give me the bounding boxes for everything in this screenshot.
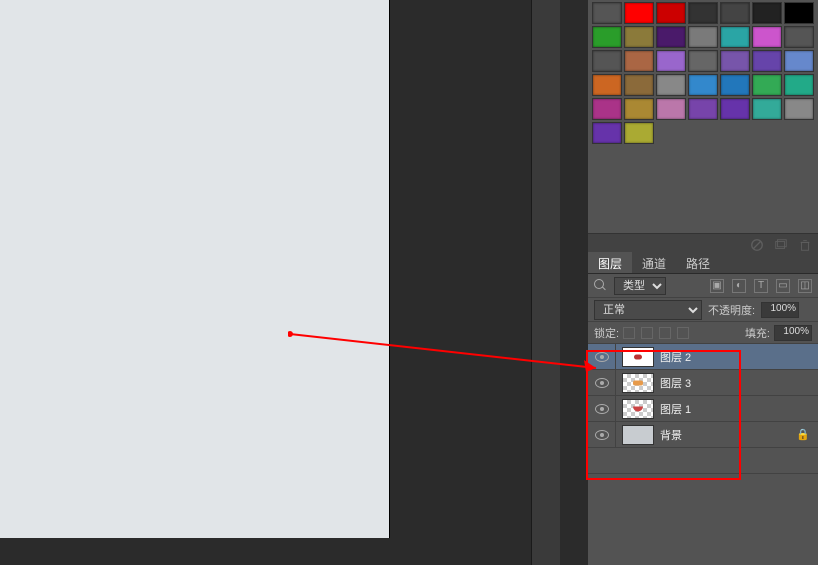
eye-icon xyxy=(595,378,609,388)
layer-thumbnail[interactable] xyxy=(622,399,654,419)
lock-position-icon[interactable] xyxy=(641,327,653,339)
eye-icon xyxy=(595,430,609,440)
visibility-toggle[interactable] xyxy=(588,370,616,395)
layer-thumbnail[interactable] xyxy=(622,373,654,393)
style-swatch[interactable] xyxy=(784,2,814,24)
panel-tabs: 图层 通道 路径 xyxy=(588,252,818,274)
filter-shape-icon[interactable]: ▭ xyxy=(776,279,790,293)
style-swatch[interactable] xyxy=(656,50,686,72)
style-swatch[interactable] xyxy=(752,98,782,120)
eye-icon xyxy=(595,404,609,414)
tab-channels[interactable]: 通道 xyxy=(632,252,676,273)
clear-icon[interactable] xyxy=(750,238,764,252)
style-swatch[interactable] xyxy=(656,26,686,48)
style-swatch[interactable] xyxy=(784,26,814,48)
style-swatch[interactable] xyxy=(624,98,654,120)
eye-icon xyxy=(595,352,609,362)
layer-filter-row: 类型 ▣ ◐ T ▭ ◫ xyxy=(588,274,818,298)
style-swatch[interactable] xyxy=(752,26,782,48)
layer-list: 图层 2 图层 3 图层 1 背景 🔒 xyxy=(588,344,818,474)
new-icon[interactable] xyxy=(774,238,788,252)
opacity-value[interactable]: 100% xyxy=(761,302,799,318)
opacity-label: 不透明度: xyxy=(708,302,755,318)
style-swatch[interactable] xyxy=(624,74,654,96)
lock-all-icon[interactable] xyxy=(659,327,671,339)
layers-panel: 图层 通道 路径 类型 ▣ ◐ T ▭ ◫ 正常 不透明度: 100% 锁定: xyxy=(588,252,818,565)
tab-layers[interactable]: 图层 xyxy=(588,252,632,273)
filter-kind-select[interactable]: 类型 xyxy=(614,277,666,295)
trash-icon[interactable] xyxy=(798,238,812,252)
style-swatch[interactable] xyxy=(752,74,782,96)
style-swatch[interactable] xyxy=(624,2,654,24)
styles-panel xyxy=(588,0,818,210)
layer-row[interactable]: 背景 🔒 xyxy=(588,422,818,448)
blend-mode-select[interactable]: 正常 xyxy=(594,300,702,320)
style-swatch[interactable] xyxy=(784,50,814,72)
filter-image-icon[interactable]: ▣ xyxy=(710,279,724,293)
lock-pixels-icon[interactable] xyxy=(623,327,635,339)
canvas-document[interactable] xyxy=(0,0,390,538)
layer-name[interactable]: 背景 xyxy=(660,427,682,443)
style-swatch[interactable] xyxy=(592,26,622,48)
layer-empty-row xyxy=(588,448,818,474)
filter-smart-icon[interactable]: ◫ xyxy=(798,279,812,293)
style-swatch[interactable] xyxy=(688,50,718,72)
fill-value[interactable]: 100% xyxy=(774,325,812,341)
style-swatch[interactable] xyxy=(592,98,622,120)
layer-row[interactable]: 图层 2 xyxy=(588,344,818,370)
filter-adjust-icon[interactable]: ◐ xyxy=(732,279,746,293)
layer-thumbnail[interactable] xyxy=(622,425,654,445)
lock-row: 锁定: 填充: 100% xyxy=(588,322,818,344)
style-swatch[interactable] xyxy=(688,74,718,96)
style-swatch[interactable] xyxy=(720,50,750,72)
fill-label: 填充: xyxy=(745,325,770,341)
layer-name[interactable]: 图层 1 xyxy=(660,401,691,417)
style-swatch[interactable] xyxy=(624,26,654,48)
style-swatch[interactable] xyxy=(720,74,750,96)
tab-paths[interactable]: 路径 xyxy=(676,252,720,273)
filter-type-icon[interactable]: T xyxy=(754,279,768,293)
layer-name[interactable]: 图层 3 xyxy=(660,375,691,391)
style-swatch[interactable] xyxy=(688,2,718,24)
layer-name[interactable]: 图层 2 xyxy=(660,349,691,365)
layer-row[interactable]: 图层 1 xyxy=(588,396,818,422)
style-swatch[interactable] xyxy=(656,2,686,24)
visibility-toggle[interactable] xyxy=(588,422,616,447)
style-swatch[interactable] xyxy=(752,2,782,24)
right-panel: 图层 通道 路径 类型 ▣ ◐ T ▭ ◫ 正常 不透明度: 100% 锁定: xyxy=(588,0,818,565)
style-swatch[interactable] xyxy=(720,26,750,48)
search-icon xyxy=(594,279,608,293)
style-swatch[interactable] xyxy=(688,26,718,48)
style-swatch[interactable] xyxy=(592,74,622,96)
lock-icon: 🔒 xyxy=(796,428,810,441)
style-swatch[interactable] xyxy=(592,122,622,144)
lock-label: 锁定: xyxy=(594,325,619,341)
lock-artboard-icon[interactable] xyxy=(677,327,689,339)
style-swatch[interactable] xyxy=(656,74,686,96)
style-swatch[interactable] xyxy=(688,98,718,120)
style-swatch[interactable] xyxy=(656,98,686,120)
style-swatch[interactable] xyxy=(592,2,622,24)
blend-row: 正常 不透明度: 100% xyxy=(588,298,818,322)
style-swatch[interactable] xyxy=(720,98,750,120)
style-swatch[interactable] xyxy=(592,50,622,72)
visibility-toggle[interactable] xyxy=(588,396,616,421)
style-swatch[interactable] xyxy=(624,50,654,72)
layer-row[interactable]: 图层 3 xyxy=(588,370,818,396)
style-swatch[interactable] xyxy=(624,122,654,144)
style-swatch[interactable] xyxy=(752,50,782,72)
style-swatch[interactable] xyxy=(720,2,750,24)
visibility-toggle[interactable] xyxy=(588,344,616,369)
style-swatch[interactable] xyxy=(784,74,814,96)
canvas-pasteboard xyxy=(390,0,560,565)
style-swatch[interactable] xyxy=(784,98,814,120)
layer-thumbnail[interactable] xyxy=(622,347,654,367)
